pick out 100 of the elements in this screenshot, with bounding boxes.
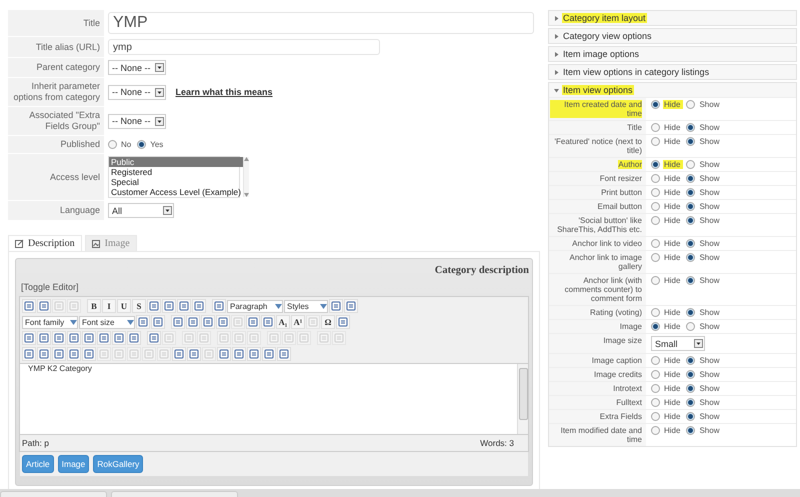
toolbar-dropdown[interactable]: Font family [22,316,78,328]
radio-button[interactable] [686,239,696,248]
dropdown[interactable]: -- None -- [108,84,166,100]
tab[interactable]: Description [8,235,82,251]
radio-button[interactable] [108,140,117,149]
title-input[interactable]: YMP [108,12,534,34]
toolbar-button[interactable] [147,331,161,345]
toolbar-button[interactable] [52,331,66,345]
toolbar-button[interactable] [136,315,150,329]
toolbar-button[interactable] [246,315,260,329]
toolbar-button[interactable] [82,331,96,345]
radio-button[interactable] [686,100,696,109]
toolbar-button[interactable]: Ω [321,315,335,329]
toolbar-button[interactable] [52,347,66,361]
radio-button[interactable] [651,308,660,317]
radio-button[interactable] [651,239,660,248]
radio-button[interactable] [686,398,696,407]
radio-button[interactable] [686,384,696,393]
toolbar-button[interactable]: A₁ [276,315,290,329]
toolbar-button[interactable] [151,315,165,329]
toolbar-dropdown[interactable]: Styles [284,300,328,312]
toolbar-button[interactable] [261,315,275,329]
scroll-down-icon[interactable] [244,193,249,197]
radio-button[interactable] [686,276,696,285]
toolbar-button[interactable] [212,299,226,313]
toolbar-button[interactable] [344,299,358,313]
radio-button[interactable] [686,160,696,169]
section-header[interactable]: Item view options in category listings [549,65,796,79]
toolbar-button[interactable] [22,299,36,313]
radio-button[interactable] [651,160,660,169]
radio-button[interactable] [651,412,660,421]
radio-button[interactable] [686,216,696,225]
toolbar-button[interactable] [37,299,51,313]
toolbar-button[interactable]: U [117,299,131,313]
toolbar-dropdown[interactable]: Paragraph [227,300,283,312]
radio-button[interactable] [651,276,660,285]
toolbar-button[interactable]: B [87,299,101,313]
toolbar-button[interactable] [216,315,230,329]
alias-input[interactable]: ymp [108,39,380,55]
toolbar-button[interactable] [192,299,206,313]
radio-button[interactable] [651,188,660,197]
radio-button[interactable] [686,426,696,435]
toolbar-button[interactable] [127,331,141,345]
dropdown[interactable]: Small [651,336,705,351]
radio-button[interactable] [686,253,696,262]
radio-button[interactable] [651,123,660,132]
radio-button[interactable] [686,123,696,132]
list-option[interactable]: Registered [109,167,243,177]
toolbar-button[interactable] [112,331,126,345]
toolbar-button[interactable]: A¹ [291,315,305,329]
dropdown[interactable]: -- None -- [108,114,166,128]
section-header[interactable]: Category item layout [549,11,796,25]
toolbar-button[interactable] [37,347,51,361]
list-option[interactable]: Special [109,177,243,187]
toolbar-button[interactable] [186,315,200,329]
toolbar-button[interactable] [277,347,291,361]
toolbar-button[interactable] [201,315,215,329]
toolbar-button[interactable] [162,299,176,313]
dropdown[interactable]: All [108,203,174,218]
toolbar-button[interactable] [67,347,81,361]
section-header[interactable]: Item view options [549,83,796,97]
radio-button[interactable] [651,137,660,146]
radio-button[interactable] [651,202,660,211]
editor-content[interactable]: YMP K2 Category [19,364,529,435]
toolbar-dropdown[interactable]: Font size [79,316,135,328]
toolbar-button[interactable] [22,347,36,361]
radio-button[interactable] [651,253,660,262]
toolbar-button[interactable]: S [132,299,146,313]
radio-button[interactable] [686,322,696,331]
toolbar-button[interactable] [329,299,343,313]
toolbar-button[interactable] [147,299,161,313]
help-link[interactable]: Learn what this means [176,87,273,97]
radio-button[interactable] [651,398,660,407]
toolbar-button[interactable] [177,299,191,313]
radio-button[interactable] [686,412,696,421]
radio-button[interactable] [651,322,660,331]
dropdown[interactable]: -- None -- [108,60,166,75]
toolbar-button[interactable] [262,347,276,361]
radio-button[interactable] [686,370,696,379]
radio-button[interactable] [686,308,696,317]
list-option[interactable]: Public [109,157,243,167]
toolbar-button[interactable]: I [102,299,116,313]
list-option[interactable]: Customer Access Level (Example) [109,187,243,197]
radio-button[interactable] [686,202,696,211]
radio-button[interactable] [651,174,660,183]
section-header[interactable]: Category view options [549,29,796,43]
toolbar-button[interactable] [67,331,81,345]
toolbar-button[interactable] [217,347,231,361]
toggle-editor-link[interactable]: [Toggle Editor] [19,280,529,296]
scroll-up-icon[interactable] [244,157,249,161]
toolbar-button[interactable] [336,315,350,329]
toolbar-button[interactable] [232,347,246,361]
radio-button[interactable] [651,216,660,225]
radio-button[interactable] [651,356,660,365]
radio-button[interactable] [651,100,660,109]
radio-button[interactable] [686,188,696,197]
toolbar-button[interactable] [82,347,96,361]
radio-button[interactable] [651,426,660,435]
toolbar-button[interactable] [172,347,186,361]
toolbar-button[interactable] [37,331,51,345]
